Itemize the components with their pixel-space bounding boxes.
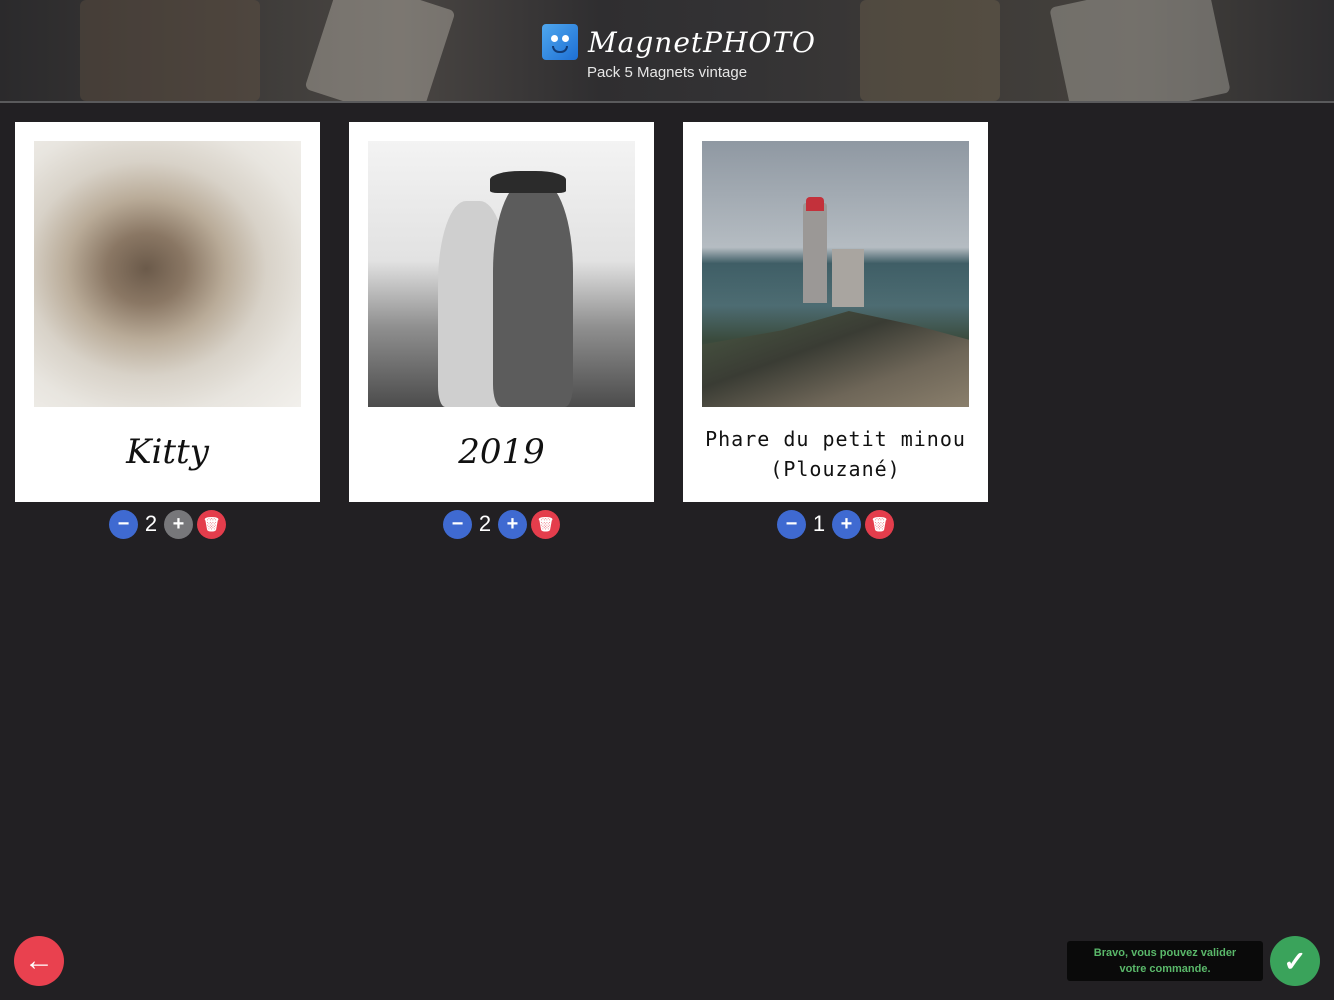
brand-logo-icon xyxy=(542,24,578,60)
validation-toast: Bravo, vous pouvez valider votre command… xyxy=(1067,941,1263,981)
decrease-button[interactable]: − xyxy=(109,509,138,539)
quantity-controls: − 1 + 🗑 xyxy=(777,509,894,539)
card-caption: 2019 xyxy=(458,432,545,472)
kitten-photo xyxy=(34,141,301,407)
page-subtitle: Pack 5 Magnets vintage xyxy=(586,64,748,81)
card-caption: Kitty xyxy=(126,432,209,472)
quantity-controls: − 2 + 🗑 xyxy=(443,509,560,539)
photo-card[interactable]: 2019 xyxy=(349,122,654,502)
increase-button[interactable]: + xyxy=(832,509,861,539)
quantity-value: 2 xyxy=(144,511,158,536)
brand: MagnetPHOTO xyxy=(542,22,816,62)
delete-icon[interactable]: 🗑 xyxy=(865,509,894,539)
increase-button[interactable]: + xyxy=(498,509,527,539)
decrease-button[interactable]: − xyxy=(777,509,806,539)
validate-button[interactable]: ✓ xyxy=(1270,936,1320,986)
photo-card[interactable]: Phare du petit minou (Plouzané) xyxy=(683,122,988,502)
couple-photo xyxy=(368,141,635,407)
brand-name: MagnetPHOTO xyxy=(588,25,816,59)
increase-button[interactable]: + xyxy=(164,509,193,539)
quantity-value: 1 xyxy=(812,511,826,536)
banner-photo xyxy=(860,0,1000,101)
back-button[interactable]: ← xyxy=(14,936,64,986)
toast-line: votre commande. xyxy=(1119,963,1211,975)
banner-photo xyxy=(304,0,456,101)
decrease-button[interactable]: − xyxy=(443,509,472,539)
photo-cards: Kitty − 2 + 🗑 2019 − 2 + 🗑 Phare du peti… xyxy=(15,122,988,539)
card-column: Phare du petit minou (Plouzané) − 1 + 🗑 xyxy=(683,122,988,539)
caption-line: Phare du petit minou xyxy=(705,427,966,451)
card-column: 2019 − 2 + 🗑 xyxy=(349,122,654,539)
photo-card[interactable]: Kitty xyxy=(15,122,320,502)
quantity-value: 2 xyxy=(478,511,492,536)
caption-line: (Plouzané) xyxy=(770,457,901,481)
delete-icon[interactable]: 🗑 xyxy=(531,509,560,539)
quantity-controls: − 2 + 🗑 xyxy=(109,509,226,539)
card-caption: Phare du petit minou (Plouzané) xyxy=(683,424,988,484)
card-column: Kitty − 2 + 🗑 xyxy=(15,122,320,539)
toast-line: Bravo, vous pouvez valider xyxy=(1093,947,1237,959)
header-divider xyxy=(0,101,1334,103)
banner-photo xyxy=(1049,0,1231,101)
lighthouse-photo xyxy=(702,141,969,407)
delete-icon[interactable]: 🗑 xyxy=(197,509,226,539)
banner-photo xyxy=(80,0,260,101)
